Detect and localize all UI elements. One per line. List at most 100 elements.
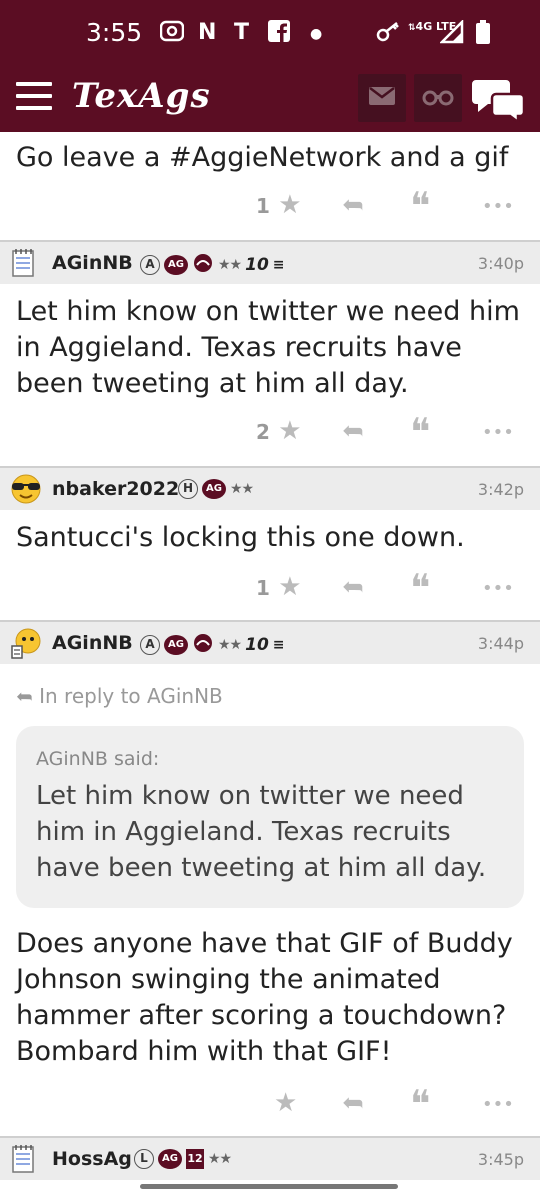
post-header: nbaker2022 H AG ★★ 3:42p: [0, 466, 540, 510]
quote-button[interactable]: ❝: [410, 410, 430, 454]
user-stars: ★★: [230, 481, 254, 497]
user-stars: ★★: [208, 1151, 232, 1167]
username[interactable]: AGinNB: [52, 632, 133, 654]
username[interactable]: AGinNB: [52, 252, 133, 274]
reply-button[interactable]: ➦: [342, 190, 364, 220]
binoculars-button[interactable]: [414, 74, 462, 122]
rank-badge: 10: [245, 255, 269, 275]
binoculars-icon: [422, 86, 454, 110]
post-text: Let him know on twitter we need him in A…: [16, 296, 520, 399]
reply-icon: ➦: [342, 572, 364, 602]
dot-icon: ●: [310, 26, 323, 42]
notepad-avatar-icon[interactable]: [10, 1144, 40, 1174]
quote-text: Let him know on twitter we need him in A…: [36, 781, 487, 883]
messages-button[interactable]: [358, 74, 406, 122]
username[interactable]: nbaker2022: [52, 478, 179, 500]
more-button[interactable]: •••: [482, 578, 514, 599]
post-actions: 2 ★ ➦ ❝ •••: [0, 410, 540, 456]
star-count: 2: [256, 420, 270, 444]
rank-badge: 10: [245, 635, 269, 655]
status-time: 3:55: [86, 18, 143, 47]
badge-ag: AG: [164, 635, 188, 655]
more-button[interactable]: •••: [482, 1094, 514, 1115]
post-header: AGinNB A AG ★★ 10 ≡ 3:44p: [0, 620, 540, 664]
app-header: TexAgs: [0, 62, 540, 132]
status-bar: 3:55 N T ● ⇅4G LTE: [0, 0, 540, 62]
reply-button[interactable]: ➦: [342, 416, 364, 446]
chat-icon[interactable]: [472, 76, 526, 125]
app-logo[interactable]: TexAgs: [72, 76, 211, 116]
user-stars: ★★: [218, 257, 242, 273]
star-button[interactable]: ★: [274, 1088, 297, 1118]
badge-h: H: [178, 479, 198, 499]
post-header: AGinNB A AG ★★ 10 ≡ 3:40p: [0, 240, 540, 284]
star-button[interactable]: 2 ★: [256, 416, 302, 446]
reply-icon: ➦: [342, 416, 364, 446]
rank-lines-icon: ≡: [272, 257, 285, 273]
post-actions: 1 ★ ➦ ❝ •••: [0, 566, 540, 612]
quote-button[interactable]: ❝: [410, 1082, 430, 1126]
reply-button[interactable]: ➦: [342, 572, 364, 602]
more-icon: •••: [482, 1094, 514, 1115]
post-text: Does anyone have that GIF of Buddy Johns…: [16, 928, 513, 1067]
star-count: 1: [256, 576, 270, 600]
badge-a: A: [140, 635, 160, 655]
post-timestamp: 3:44p: [477, 634, 524, 653]
rank-lines-icon: ≡: [272, 637, 285, 653]
post-timestamp: 3:40p: [477, 254, 524, 273]
thinking-emoji-avatar-icon[interactable]: [10, 628, 41, 659]
quote-icon: ❝: [410, 566, 431, 610]
envelope-icon: [368, 86, 396, 110]
quote-button[interactable]: ❝: [410, 184, 430, 228]
in-reply-to-text: In reply to AGinNB: [39, 684, 223, 708]
reply-arrow-icon: ➦: [16, 684, 33, 708]
t-icon: T: [234, 20, 250, 45]
key-icon: [376, 20, 402, 48]
star-icon: ★: [278, 190, 302, 220]
gesture-nav-bar[interactable]: [140, 1184, 398, 1189]
quote-icon: ❝: [410, 1082, 431, 1126]
netflix-icon: N: [198, 20, 217, 45]
post-actions: ★ ➦ ❝ •••: [0, 1082, 540, 1128]
facebook-icon: [268, 20, 290, 48]
quote-button[interactable]: ❝: [410, 566, 430, 610]
more-icon: •••: [482, 578, 514, 599]
more-icon: •••: [482, 196, 514, 217]
notepad-avatar-icon[interactable]: [10, 248, 40, 278]
post-text: Santucci's locking this one down.: [16, 522, 465, 553]
reveille-icon: [192, 253, 214, 277]
in-reply-to-link[interactable]: ➦ In reply to AGinNB: [16, 684, 223, 708]
post-actions: 1 ★ ➦ ❝ •••: [0, 184, 540, 230]
star-button[interactable]: 1 ★: [256, 190, 302, 220]
post-timestamp: 3:42p: [477, 480, 524, 499]
post-text: Go leave a #AggieNetwork and a gif: [16, 142, 509, 173]
menu-icon[interactable]: [16, 82, 52, 110]
post-timestamp: 3:45p: [477, 1150, 524, 1169]
reply-icon: ➦: [342, 190, 364, 220]
quote-icon: ❝: [410, 410, 431, 454]
username[interactable]: HossAg: [52, 1148, 132, 1170]
reply-button[interactable]: ➦: [342, 1088, 364, 1118]
signal-icon: [438, 18, 464, 50]
badge-a: A: [140, 255, 160, 275]
star-button[interactable]: 1 ★: [256, 572, 302, 602]
sunglasses-emoji-avatar-icon[interactable]: [10, 474, 41, 504]
badge-l: L: [134, 1149, 154, 1169]
star-icon: ★: [278, 572, 302, 602]
star-icon: ★: [274, 1088, 298, 1118]
star-icon: ★: [278, 416, 302, 446]
more-icon: •••: [482, 422, 514, 443]
badge-ag: AG: [164, 255, 188, 275]
post-header: HossAg L AG 12 ★★ 3:45p: [0, 1136, 540, 1180]
badge-ag: AG: [202, 479, 226, 499]
more-button[interactable]: •••: [482, 422, 514, 443]
user-stars: ★★: [218, 637, 242, 653]
more-button[interactable]: •••: [482, 196, 514, 217]
badge-12: 12: [186, 1149, 204, 1169]
quote-block: AGinNB said: Let him know on twitter we …: [16, 726, 524, 908]
badge-ag: AG: [158, 1149, 182, 1169]
reply-icon: ➦: [342, 1088, 364, 1118]
quote-author: AGinNB said:: [36, 748, 160, 770]
quote-icon: ❝: [410, 184, 431, 228]
star-count: 1: [256, 194, 270, 218]
